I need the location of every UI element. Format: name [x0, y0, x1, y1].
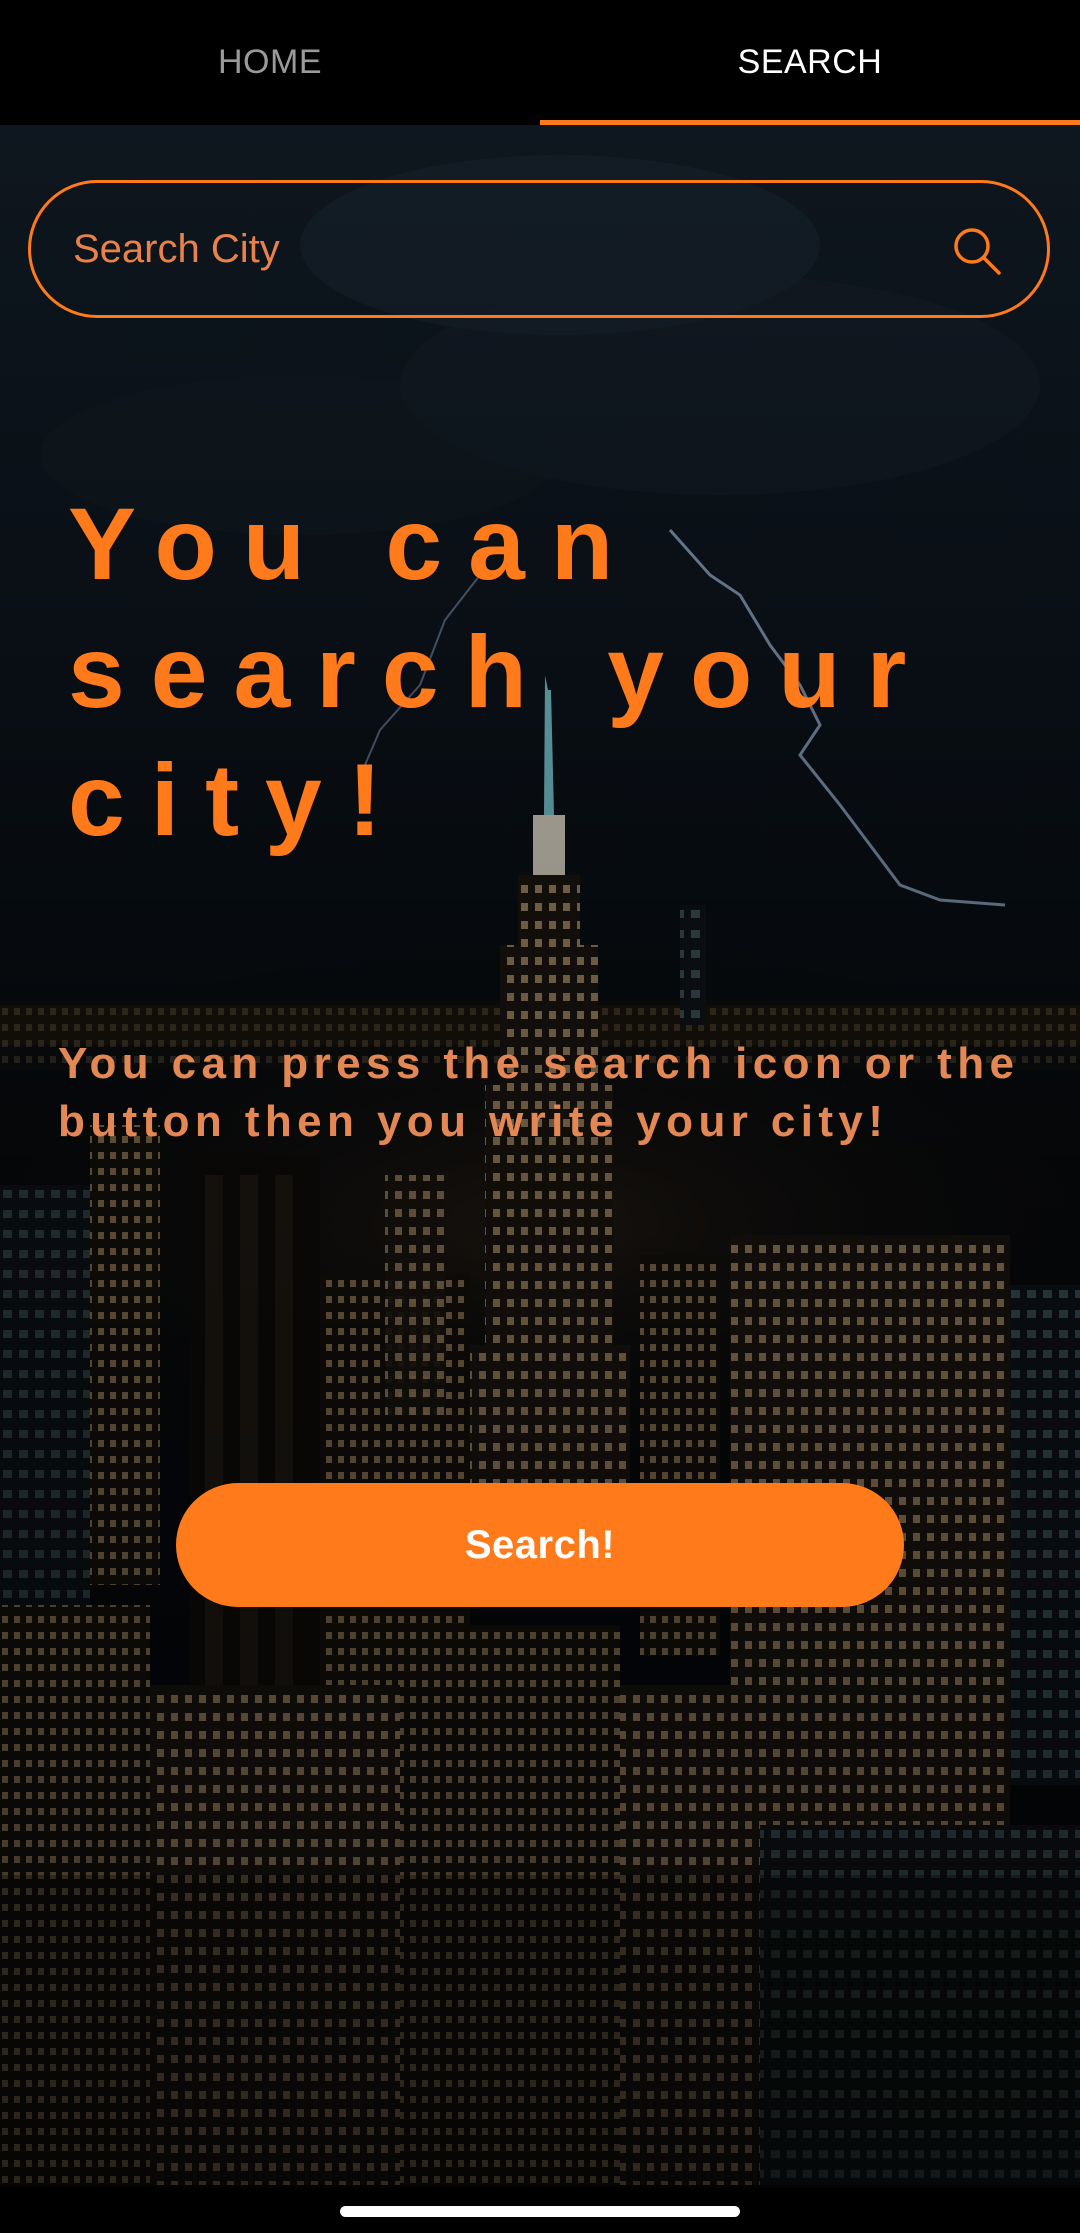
tab-search[interactable]: SEARCH [540, 0, 1080, 125]
instruction-text: You can press the search icon or the but… [58, 1039, 1020, 1146]
search-placeholder: Search City [73, 227, 280, 271]
headline-title: You can search your city! [68, 487, 933, 857]
search-button[interactable]: Search! [176, 1483, 904, 1607]
home-indicator[interactable] [340, 2206, 740, 2217]
city-background-image [0, 125, 1080, 2188]
active-tab-indicator [540, 120, 1080, 125]
search-screen: HOME SEARCH Search City You can search y… [0, 0, 1080, 2233]
top-tab-bar: HOME SEARCH [0, 0, 1080, 125]
search-icon[interactable] [951, 225, 1003, 277]
system-nav-bar [0, 2188, 1080, 2233]
search-city-input[interactable]: Search City [28, 180, 1050, 318]
tab-home[interactable]: HOME [0, 0, 540, 125]
